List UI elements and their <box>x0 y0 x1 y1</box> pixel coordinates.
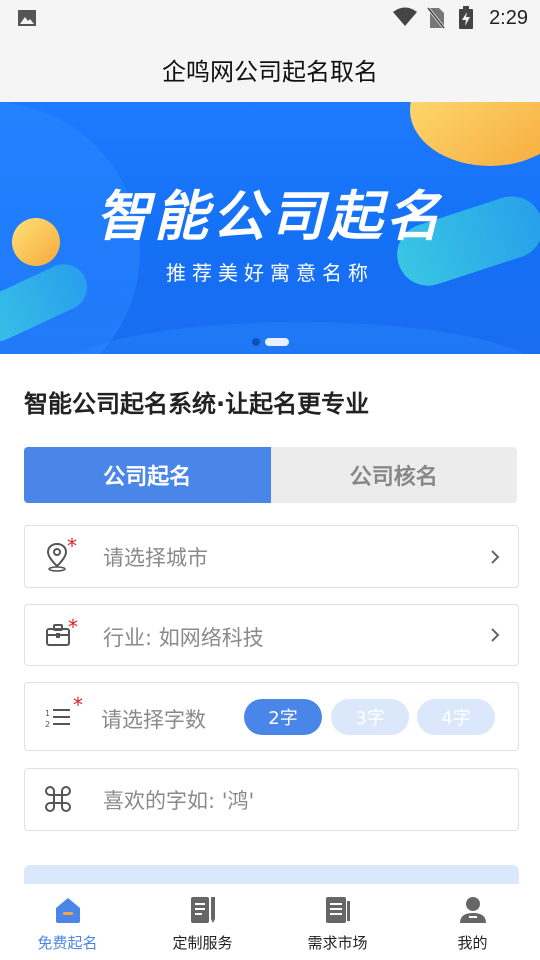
required-marker: * <box>73 693 83 717</box>
nav-label: 定制服务 <box>172 934 233 952</box>
numbered-list-icon: 1 2 <box>45 709 70 729</box>
app-bar: 企鸣网公司起名取名 <box>0 36 540 102</box>
tab-bar: 公司起名 公司核名 <box>24 447 517 503</box>
svg-text:1: 1 <box>45 709 50 718</box>
carousel-indicator[interactable] <box>252 338 289 346</box>
person-icon <box>459 897 486 923</box>
char-count-label: 请选择字数 <box>101 708 206 732</box>
nav-label: 免费起名 <box>37 934 98 952</box>
bottom-nav: 免费起名 定制服务 需求市场 我的 <box>0 884 540 960</box>
gallery-icon <box>18 10 36 26</box>
command-icon <box>45 786 71 812</box>
industry-field[interactable]: * 行业: 如网络科技 <box>24 604 519 666</box>
svg-text:2: 2 <box>45 720 50 729</box>
city-select-field[interactable]: * 请选择城市 <box>24 525 519 588</box>
favorite-char-placeholder: 喜欢的字如: '鸿' <box>103 789 255 813</box>
favorite-char-input[interactable]: 喜欢的字如: '鸿' <box>24 768 519 831</box>
banner-carousel[interactable]: 智能公司起名 推荐美好寓意名称 <box>0 102 540 354</box>
carousel-dot-active[interactable] <box>265 338 289 346</box>
page-title: 企鸣网公司起名取名 <box>162 57 378 86</box>
required-marker: * <box>68 615 78 639</box>
nav-free-naming[interactable]: 免费起名 <box>0 884 135 960</box>
char-count-field: 1 2 * 请选择字数 2字 3字 4字 <box>24 682 519 751</box>
carousel-dot[interactable] <box>252 338 260 346</box>
banner-subtitle: 推荐美好寓意名称 <box>166 261 374 285</box>
wifi-icon <box>393 7 417 26</box>
tab-company-naming[interactable]: 公司起名 <box>24 447 271 503</box>
list-document-icon <box>325 897 350 923</box>
no-sim-icon <box>427 7 445 29</box>
chip-4-chars[interactable]: 4字 <box>417 699 495 735</box>
document-pen-icon <box>190 897 215 923</box>
chip-3-chars[interactable]: 3字 <box>331 699 409 735</box>
banner-title: 智能公司起名 <box>96 185 444 248</box>
city-placeholder: 请选择城市 <box>103 546 208 570</box>
clock: 2:29 <box>489 7 528 29</box>
location-pin-icon <box>46 542 68 572</box>
nav-label: 需求市场 <box>307 934 368 952</box>
industry-placeholder: 行业: 如网络科技 <box>103 626 264 650</box>
tab-company-name-check[interactable]: 公司核名 <box>270 447 517 503</box>
required-marker: * <box>67 534 77 558</box>
nav-custom-service[interactable]: 定制服务 <box>135 884 270 960</box>
nav-label: 我的 <box>457 934 488 952</box>
chevron-right-icon <box>491 550 500 564</box>
chip-2-chars[interactable]: 2字 <box>244 699 322 735</box>
home-icon <box>55 898 80 923</box>
section-title: 智能公司起名系统·让起名更专业 <box>24 390 370 418</box>
nav-demand-market[interactable]: 需求市场 <box>270 884 405 960</box>
battery-charging-icon <box>459 6 473 29</box>
status-bar: 2:29 <box>0 0 540 36</box>
chevron-right-icon <box>491 628 500 642</box>
nav-mine[interactable]: 我的 <box>405 884 540 960</box>
